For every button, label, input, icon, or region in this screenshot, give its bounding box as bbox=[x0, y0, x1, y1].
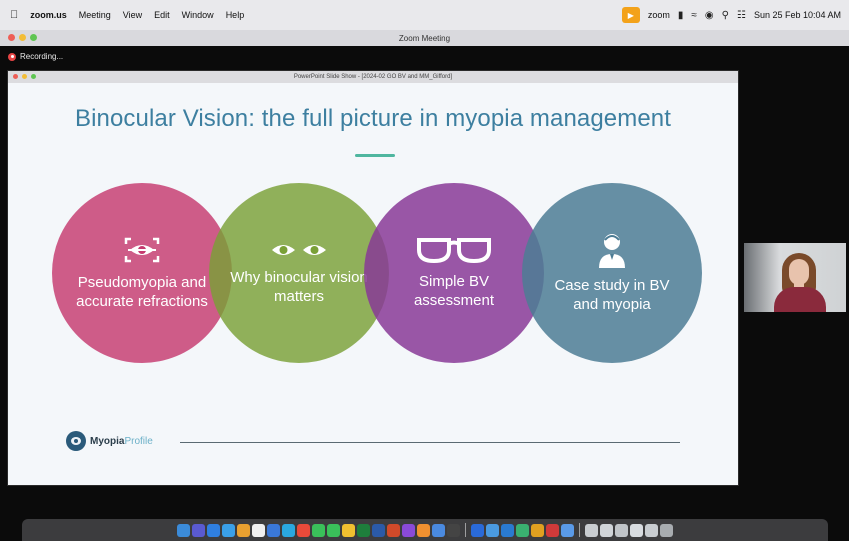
wifi-icon[interactable]: ≈ bbox=[691, 10, 697, 21]
finder-icon[interactable] bbox=[177, 523, 190, 537]
trash-icon[interactable] bbox=[660, 523, 673, 537]
notes-icon[interactable] bbox=[237, 523, 250, 537]
mac-menu-bar:  zoom.us Meeting View Edit Window Help … bbox=[0, 0, 849, 30]
menu-app-name[interactable]: zoom.us bbox=[30, 10, 67, 20]
glasses-icon bbox=[417, 238, 491, 264]
podcasts-icon[interactable] bbox=[402, 523, 415, 537]
shared-screen-window: PowerPoint Slide Show - [2024-02 GO BV a… bbox=[8, 71, 738, 485]
preview-icon[interactable] bbox=[531, 523, 544, 537]
circle-simple-bv: Simple BV assessment bbox=[364, 183, 544, 363]
speaker-face bbox=[789, 259, 809, 285]
eye-scan-icon bbox=[124, 237, 160, 263]
title-underline bbox=[355, 154, 395, 157]
document-thumb-icon[interactable] bbox=[615, 523, 628, 537]
ppt-window-titlebar: PowerPoint Slide Show - [2024-02 GO BV a… bbox=[8, 71, 738, 83]
teams-icon[interactable] bbox=[486, 523, 499, 537]
document-thumb-icon[interactable] bbox=[645, 523, 658, 537]
ppt-window-title: PowerPoint Slide Show - [2024-02 GO BV a… bbox=[293, 74, 453, 80]
appstore-icon[interactable] bbox=[432, 523, 445, 537]
acrobat-icon[interactable] bbox=[546, 523, 559, 537]
zoom-window-titlebar: Zoom Meeting bbox=[0, 30, 849, 46]
ppt-close-button[interactable] bbox=[13, 74, 18, 79]
footer-divider bbox=[180, 442, 680, 443]
circle-label: Simple BV assessment bbox=[413, 273, 495, 309]
record-icon bbox=[8, 52, 16, 61]
window-controls bbox=[8, 34, 37, 41]
mac-dock bbox=[22, 519, 828, 541]
facetime-icon[interactable] bbox=[327, 523, 340, 537]
launchpad-icon[interactable] bbox=[192, 523, 205, 537]
circle-label: Why binocular vision matters bbox=[230, 269, 368, 305]
photo-booth-icon[interactable] bbox=[417, 523, 430, 537]
slide-title: Binocular Vision: the full picture in my… bbox=[74, 105, 672, 132]
settings-icon[interactable] bbox=[447, 523, 460, 537]
logo-text: MyopiaProfile bbox=[90, 435, 153, 447]
menu-view[interactable]: View bbox=[123, 10, 142, 20]
slide: Binocular Vision: the full picture in my… bbox=[8, 83, 738, 485]
circle-label: Case study in BV and myopia bbox=[554, 277, 670, 313]
document-thumb-icon[interactable] bbox=[630, 523, 643, 537]
excel-icon[interactable] bbox=[357, 523, 370, 537]
zoom-status-icon[interactable]: ▶ bbox=[621, 7, 640, 23]
zoom-icon[interactable] bbox=[471, 523, 484, 537]
ppt-fullscreen-button[interactable] bbox=[31, 74, 36, 79]
safari-icon[interactable] bbox=[207, 523, 220, 537]
myopia-profile-logo: MyopiaProfile bbox=[66, 431, 153, 451]
zoom-window-title: Zoom Meeting bbox=[398, 33, 451, 43]
circle-pseudomyopia: Pseudomyopia and accurate refractions bbox=[52, 183, 232, 363]
control-center-icon[interactable]: ☷ bbox=[737, 10, 746, 21]
messages-icon[interactable] bbox=[312, 523, 325, 537]
app-store-icon[interactable] bbox=[282, 523, 295, 537]
dock-separator bbox=[579, 523, 580, 537]
search-icon[interactable]: ⚲ bbox=[722, 10, 729, 21]
powerpoint-icon[interactable] bbox=[387, 523, 400, 537]
circle-case-study: Case study in BV and myopia bbox=[522, 183, 702, 363]
ppt-minimize-button[interactable] bbox=[22, 74, 27, 79]
downloads-icon[interactable] bbox=[561, 523, 574, 537]
battery-icon[interactable]: ▮ bbox=[678, 10, 684, 21]
document-thumb-icon[interactable] bbox=[600, 523, 613, 537]
menu-meeting[interactable]: Meeting bbox=[79, 10, 111, 20]
minimize-button[interactable] bbox=[19, 34, 26, 41]
circle-why-bv: Why binocular vision matters bbox=[209, 183, 389, 363]
photos-icon[interactable] bbox=[297, 523, 310, 537]
recording-indicator[interactable]: Recording... bbox=[8, 52, 63, 61]
circle-label: Pseudomyopia and accurate refractions bbox=[76, 274, 208, 310]
menu-clock[interactable]: Sun 25 Feb 10:04 AM bbox=[754, 10, 841, 20]
chrome-icon[interactable] bbox=[516, 523, 529, 537]
apple-menu-icon[interactable]:  bbox=[10, 9, 18, 21]
user-icon[interactable]: ◉ bbox=[705, 10, 714, 21]
speaker-body bbox=[774, 287, 826, 312]
person-icon bbox=[599, 234, 625, 268]
menu-window[interactable]: Window bbox=[182, 10, 214, 20]
word-icon[interactable] bbox=[372, 523, 385, 537]
eyes-icon bbox=[272, 245, 326, 255]
dock-separator bbox=[465, 523, 466, 537]
calendar-icon[interactable] bbox=[252, 523, 265, 537]
participant-video-tile[interactable] bbox=[744, 243, 846, 312]
fullscreen-button[interactable] bbox=[30, 34, 37, 41]
pencil-app-icon[interactable] bbox=[342, 523, 355, 537]
eye-logo-icon bbox=[66, 431, 86, 451]
mail-icon[interactable] bbox=[222, 523, 235, 537]
ppt-window-controls bbox=[13, 74, 36, 79]
zoom-status-label[interactable]: zoom bbox=[648, 10, 670, 20]
menu-edit[interactable]: Edit bbox=[154, 10, 170, 20]
menu-help[interactable]: Help bbox=[226, 10, 245, 20]
files-icon[interactable] bbox=[267, 523, 280, 537]
document-thumb-icon[interactable] bbox=[585, 523, 598, 537]
recording-label: Recording... bbox=[20, 52, 64, 61]
topic-circles: Pseudomyopia and accurate refractions Wh… bbox=[52, 183, 702, 363]
outlook-icon[interactable] bbox=[501, 523, 514, 537]
close-button[interactable] bbox=[8, 34, 15, 41]
